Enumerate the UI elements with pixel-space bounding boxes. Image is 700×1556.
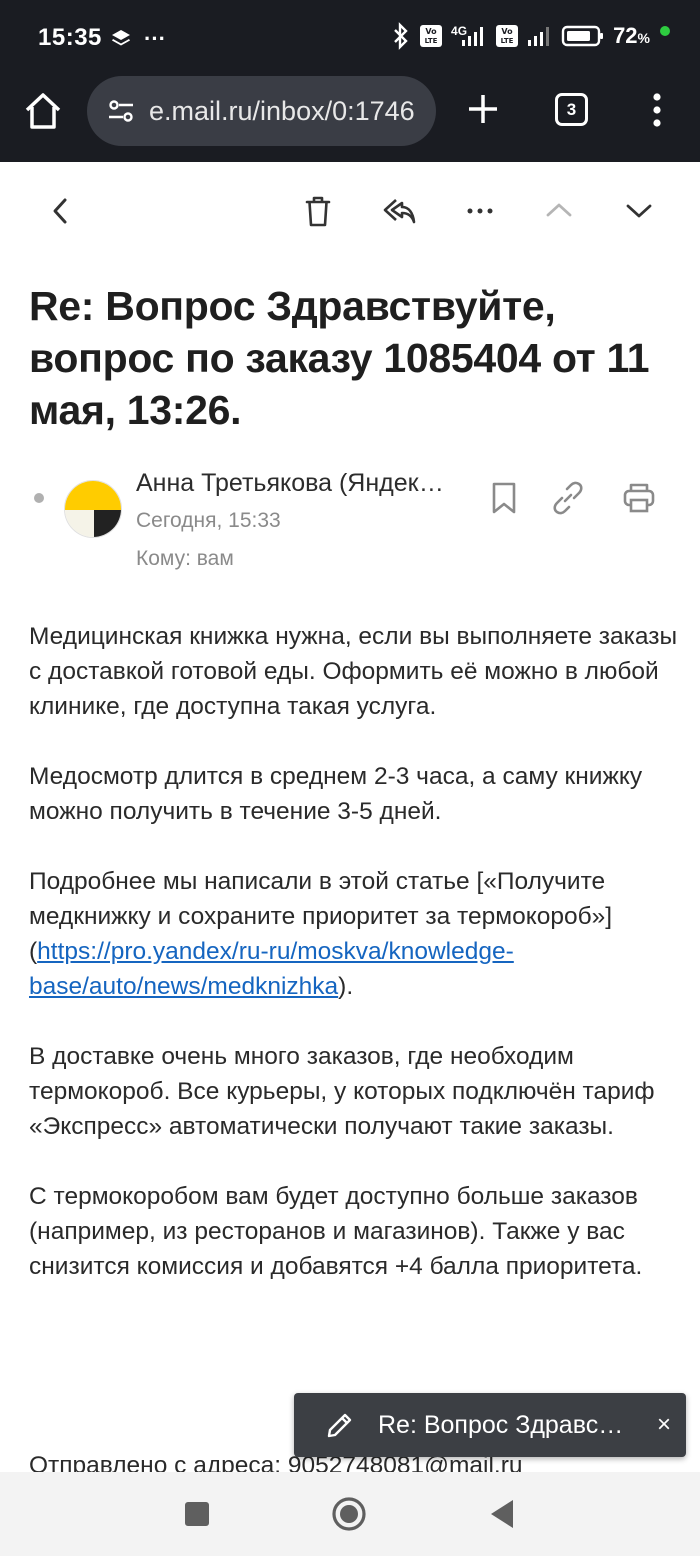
browser-toolbar: e.mail.ru/inbox/0:1746 3 — [0, 76, 700, 162]
body-paragraph: С термокоробом вам будет доступно больше… — [29, 1183, 643, 1280]
more-actions-icon[interactable] — [463, 194, 497, 228]
status-time: 15:35 — [38, 24, 102, 51]
body-paragraph: Медицинская книжка нужна, если вы выполн… — [29, 623, 678, 720]
bluetooth-icon — [394, 22, 408, 50]
body-paragraph-with-link: Подробнее мы написали в этой статье [«По… — [29, 868, 613, 1000]
browser-menu-icon[interactable] — [650, 92, 664, 128]
privacy-indicator-dot — [660, 26, 670, 36]
body-paragraph: Медосмотр длится в среднем 2-3 часа, а с… — [29, 763, 643, 825]
draft-reply-bar[interactable]: Re: Вопрос Здравствуйте, вопрос по заказ… — [294, 1393, 686, 1457]
status-bar: 15:35 ··· Vo LTE 4G Vo LTE 72% — [0, 0, 700, 76]
body-paragraph: В доставке очень много заказов, где необ… — [29, 1043, 655, 1140]
avatar[interactable] — [64, 480, 122, 538]
sender-logo — [65, 481, 121, 537]
bookmark-icon[interactable] — [487, 481, 521, 515]
svg-text:Vo: Vo — [501, 27, 513, 36]
recipient-line[interactable]: Кому: вам — [136, 547, 234, 571]
sender-name[interactable]: Анна Третьякова (Яндекс Про) — [136, 469, 446, 498]
new-tab-icon[interactable] — [466, 92, 500, 126]
url-text: e.mail.ru/inbox/0:1746 — [149, 95, 415, 126]
tab-switcher-button[interactable]: 3 — [555, 93, 588, 126]
volte-icon-2: Vo LTE — [496, 25, 519, 47]
email-body: Медицинская книжка нужна, если вы выполн… — [29, 619, 679, 1319]
email-subject: Re: Вопрос Здравствуйте, вопрос по заказ… — [29, 283, 650, 433]
delete-icon[interactable] — [301, 194, 335, 228]
email-date: Сегодня, 15:33 — [136, 509, 281, 532]
home-nav-icon[interactable] — [331, 1496, 367, 1532]
system-navigation-bar — [0, 1472, 700, 1556]
recents-icon[interactable] — [179, 1496, 215, 1532]
status-left-icons: ··· — [110, 26, 166, 52]
more-notifications-icon: ··· — [144, 26, 166, 51]
svg-text:LTE: LTE — [501, 37, 514, 45]
layers-icon — [112, 30, 130, 46]
mail-toolbar — [0, 162, 700, 258]
url-bar[interactable]: e.mail.ru/inbox/0:1746 — [87, 76, 436, 146]
link-icon[interactable] — [551, 481, 585, 515]
article-link[interactable]: https://pro.yandex/ru-ru/moskva/knowledg… — [29, 938, 514, 1000]
signal-icon-2 — [528, 27, 550, 46]
signal-icon — [462, 27, 484, 46]
close-draft-icon[interactable]: × — [656, 1409, 672, 1441]
back-icon[interactable] — [44, 194, 78, 228]
reply-all-icon[interactable] — [382, 194, 416, 228]
home-icon[interactable] — [22, 90, 64, 132]
print-icon[interactable] — [622, 481, 656, 515]
pencil-icon — [327, 1413, 352, 1438]
battery-icon — [561, 25, 604, 47]
draft-title: Re: Вопрос Здравствуйте, вопрос по заказ… — [378, 1410, 628, 1439]
back-nav-icon[interactable] — [484, 1496, 520, 1532]
site-settings-icon[interactable] — [107, 97, 135, 125]
status-right-icons: Vo LTE 4G Vo LTE 72% — [391, 22, 670, 50]
previous-message-icon[interactable] — [542, 194, 576, 228]
read-status-dot[interactable] — [34, 493, 44, 503]
next-message-icon[interactable] — [622, 194, 656, 228]
svg-text:Vo: Vo — [425, 27, 437, 36]
svg-text:LTE: LTE — [425, 37, 438, 45]
volte-icon: Vo LTE — [420, 25, 443, 47]
battery-percent: 72% — [613, 23, 650, 48]
